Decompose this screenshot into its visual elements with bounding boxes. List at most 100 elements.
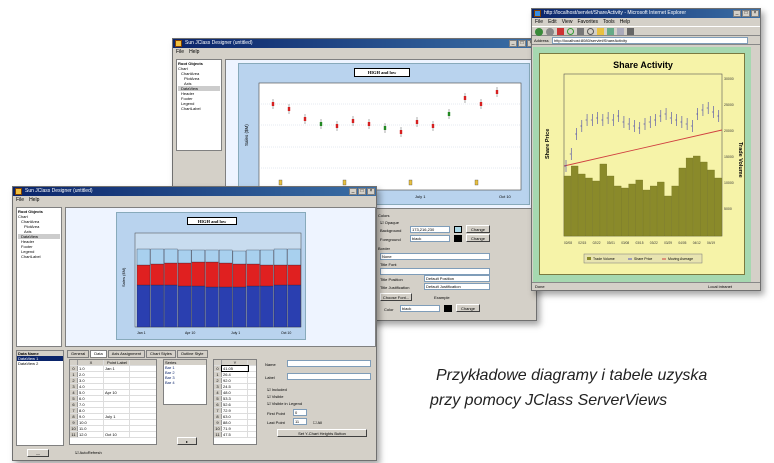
series-item[interactable]: Bar 4 (164, 380, 206, 385)
title-justification-select[interactable]: Default Justification (424, 283, 490, 290)
visible-in-legend-checkbox[interactable]: ☑ Visible in Legend (267, 401, 302, 406)
close-icon[interactable]: × (367, 188, 375, 195)
minimize-icon[interactable]: _ (349, 188, 357, 195)
menu-help[interactable]: Help (29, 196, 39, 204)
tab-data[interactable]: Data (90, 350, 107, 358)
cell-x[interactable]: 1.0 (78, 366, 104, 371)
cell-x[interactable]: 5.0 (78, 390, 104, 395)
set-heights-button[interactable]: Set Y-Chart Heights Button (277, 429, 367, 437)
last-point-field[interactable]: 11 (293, 418, 307, 425)
table-row[interactable]: 11 12.0 Oct 10 (70, 432, 156, 438)
back-icon[interactable] (535, 28, 543, 36)
cell-y[interactable]: 52.6 (222, 402, 248, 407)
history-icon[interactable] (607, 28, 614, 35)
title-position-select[interactable]: Default Position (424, 275, 490, 282)
cell-x[interactable]: 9.0 (78, 414, 104, 419)
autorefresh-checkbox[interactable]: ☑ AutoRefresh (75, 450, 102, 455)
cell-point-label[interactable] (104, 372, 130, 377)
minimize-icon[interactable]: _ (733, 10, 741, 17)
print-icon[interactable] (627, 28, 634, 35)
tab-outline-style[interactable]: Outline Style (176, 350, 208, 358)
menu-tools[interactable]: Tools (603, 18, 615, 26)
all-checkbox[interactable]: ☐ All (313, 420, 322, 425)
menu-file[interactable]: File (535, 18, 543, 26)
maximize-icon[interactable]: □ (358, 188, 366, 195)
menu-edit[interactable]: Edit (548, 18, 557, 26)
cell-y[interactable]: 47.5 (222, 432, 248, 437)
cell-point-label[interactable] (104, 420, 130, 425)
border-select[interactable]: None (380, 253, 490, 260)
foreground-change-button[interactable]: Change (466, 234, 490, 242)
background-field[interactable]: 173,216,230 (410, 226, 450, 233)
forward-icon[interactable] (546, 28, 554, 36)
close-icon[interactable]: × (751, 10, 759, 17)
tab-general[interactable]: General (67, 350, 90, 358)
home-icon[interactable] (577, 28, 584, 35)
cell-y[interactable]: 88.0 (222, 420, 248, 425)
cell-y[interactable]: 24.5 (222, 384, 248, 389)
cell-x[interactable]: 3.0 (78, 378, 104, 383)
opaque-checkbox[interactable]: ☑ Opaque (380, 220, 399, 225)
cell-x[interactable]: 10.0 (78, 420, 104, 425)
stop-icon[interactable] (557, 28, 564, 35)
cell-point-label[interactable] (104, 426, 130, 431)
cell-point-label[interactable]: Jan 1 (104, 366, 130, 371)
cell-x[interactable]: 7.0 (78, 402, 104, 407)
tab-axis-assignment[interactable]: Axis Assignment (107, 350, 146, 358)
cell-point-label[interactable] (104, 408, 130, 413)
cell-y[interactable]: 48.0 (222, 390, 248, 395)
menu-help[interactable]: Help (189, 48, 199, 56)
table-row[interactable]: 11 47.5 (214, 432, 256, 438)
cell-x[interactable]: 4.0 (78, 384, 104, 389)
refresh-icon[interactable] (567, 28, 574, 35)
address-input[interactable]: http://localhost:8080/servlet/ShareActiv… (552, 37, 748, 44)
color-change-button[interactable]: Change (456, 304, 480, 312)
cell-y[interactable]: 26.4 (222, 372, 248, 377)
cell-point-label[interactable]: Apr 10 (104, 390, 130, 395)
cell-y[interactable]: 72.9 (222, 408, 248, 413)
mail-icon[interactable] (617, 28, 624, 35)
favorites-icon[interactable] (597, 28, 604, 35)
minimize-icon[interactable]: _ (509, 40, 517, 47)
cell-point-label[interactable] (104, 402, 130, 407)
cell-point-label[interactable]: Oct 10 (104, 432, 130, 437)
foreground-field[interactable]: black (410, 235, 450, 242)
grid-nav-button[interactable]: ▸ (177, 437, 197, 445)
first-point-field[interactable]: 0 (293, 409, 307, 416)
tree-item-chartlabel[interactable]: ChartLabel (18, 254, 60, 259)
search-icon[interactable] (587, 28, 594, 35)
maximize-icon[interactable]: □ (742, 10, 750, 17)
cell-y[interactable]: 92.0 (222, 378, 248, 383)
menu-view[interactable]: View (562, 18, 573, 26)
menu-file[interactable]: File (16, 196, 24, 204)
menu-file[interactable]: File (176, 48, 184, 56)
menu-favorites[interactable]: Favorites (577, 18, 598, 26)
cell-y[interactable]: 53.3 (222, 396, 248, 401)
cell-x[interactable]: 2.0 (78, 372, 104, 377)
cell-x[interactable]: 12.0 (78, 432, 104, 437)
cell-x[interactable]: 8.0 (78, 408, 104, 413)
cell-y[interactable]: 71.9 (222, 426, 248, 431)
cell-point-label[interactable] (104, 384, 130, 389)
list-nav-button[interactable]: — (27, 449, 49, 457)
name-field[interactable] (287, 360, 371, 367)
data-name-item[interactable]: DataView 2 (17, 361, 63, 366)
included-checkbox[interactable]: ☑ Included (267, 387, 287, 392)
cell-point-label[interactable] (104, 378, 130, 383)
title-font-field[interactable] (380, 268, 490, 275)
label-field[interactable] (287, 373, 371, 380)
background-change-button[interactable]: Change (466, 225, 490, 233)
tab-chart-styles[interactable]: Chart Styles (146, 350, 176, 358)
cell-y[interactable]: 41.05 (221, 365, 249, 372)
choose-font-button[interactable]: Choose Font... (380, 293, 412, 301)
visible-checkbox[interactable]: ☑ Visible (267, 394, 283, 399)
cell-x[interactable]: 11.0 (78, 426, 104, 431)
menu-help[interactable]: Help (620, 18, 630, 26)
maximize-icon[interactable]: □ (518, 40, 526, 47)
color-field[interactable]: black (400, 305, 440, 312)
cell-y[interactable]: 63.0 (222, 414, 248, 419)
cell-x[interactable]: 6.0 (78, 396, 104, 401)
cell-point-label[interactable]: July 1 (104, 414, 130, 419)
cell-point-label[interactable] (104, 396, 130, 401)
tree-item-chartlabel[interactable]: ChartLabel (178, 106, 220, 111)
